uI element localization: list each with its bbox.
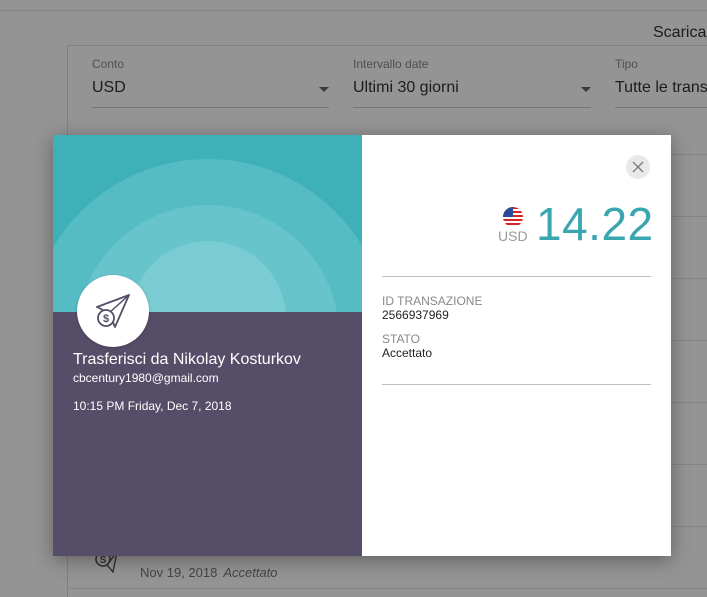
svg-text:$: $ — [103, 313, 109, 325]
transaction-detail-panel: USD 14.22 ID TRANSAZIONE 2566937969 STAT… — [362, 135, 671, 556]
transaction-datetime: 10:15 PM Friday, Dec 7, 2018 — [73, 399, 232, 413]
send-money-icon: $ — [96, 294, 130, 328]
transaction-sender-panel: $ Trasferisci da Nikolay Kosturkov cbcen… — [53, 135, 362, 556]
transaction-id-value: 2566937969 — [382, 308, 449, 322]
us-flag-icon — [503, 207, 523, 227]
divider — [382, 276, 651, 277]
divider — [382, 384, 651, 385]
transaction-detail-modal: $ Trasferisci da Nikolay Kosturkov cbcen… — [53, 135, 671, 556]
sender-email: cbcentury1980@gmail.com — [73, 371, 219, 385]
amount-currency: USD — [498, 228, 528, 244]
close-icon[interactable] — [632, 161, 644, 173]
avatar: $ — [77, 275, 149, 347]
close-button[interactable] — [626, 155, 650, 179]
sender-title: Trasferisci da Nikolay Kosturkov — [73, 351, 301, 368]
amount-value: 14.22 — [536, 198, 654, 250]
transaction-id-label: ID TRANSAZIONE — [382, 294, 483, 308]
status-value: Accettato — [382, 346, 433, 360]
status-label: STATO — [382, 332, 421, 346]
